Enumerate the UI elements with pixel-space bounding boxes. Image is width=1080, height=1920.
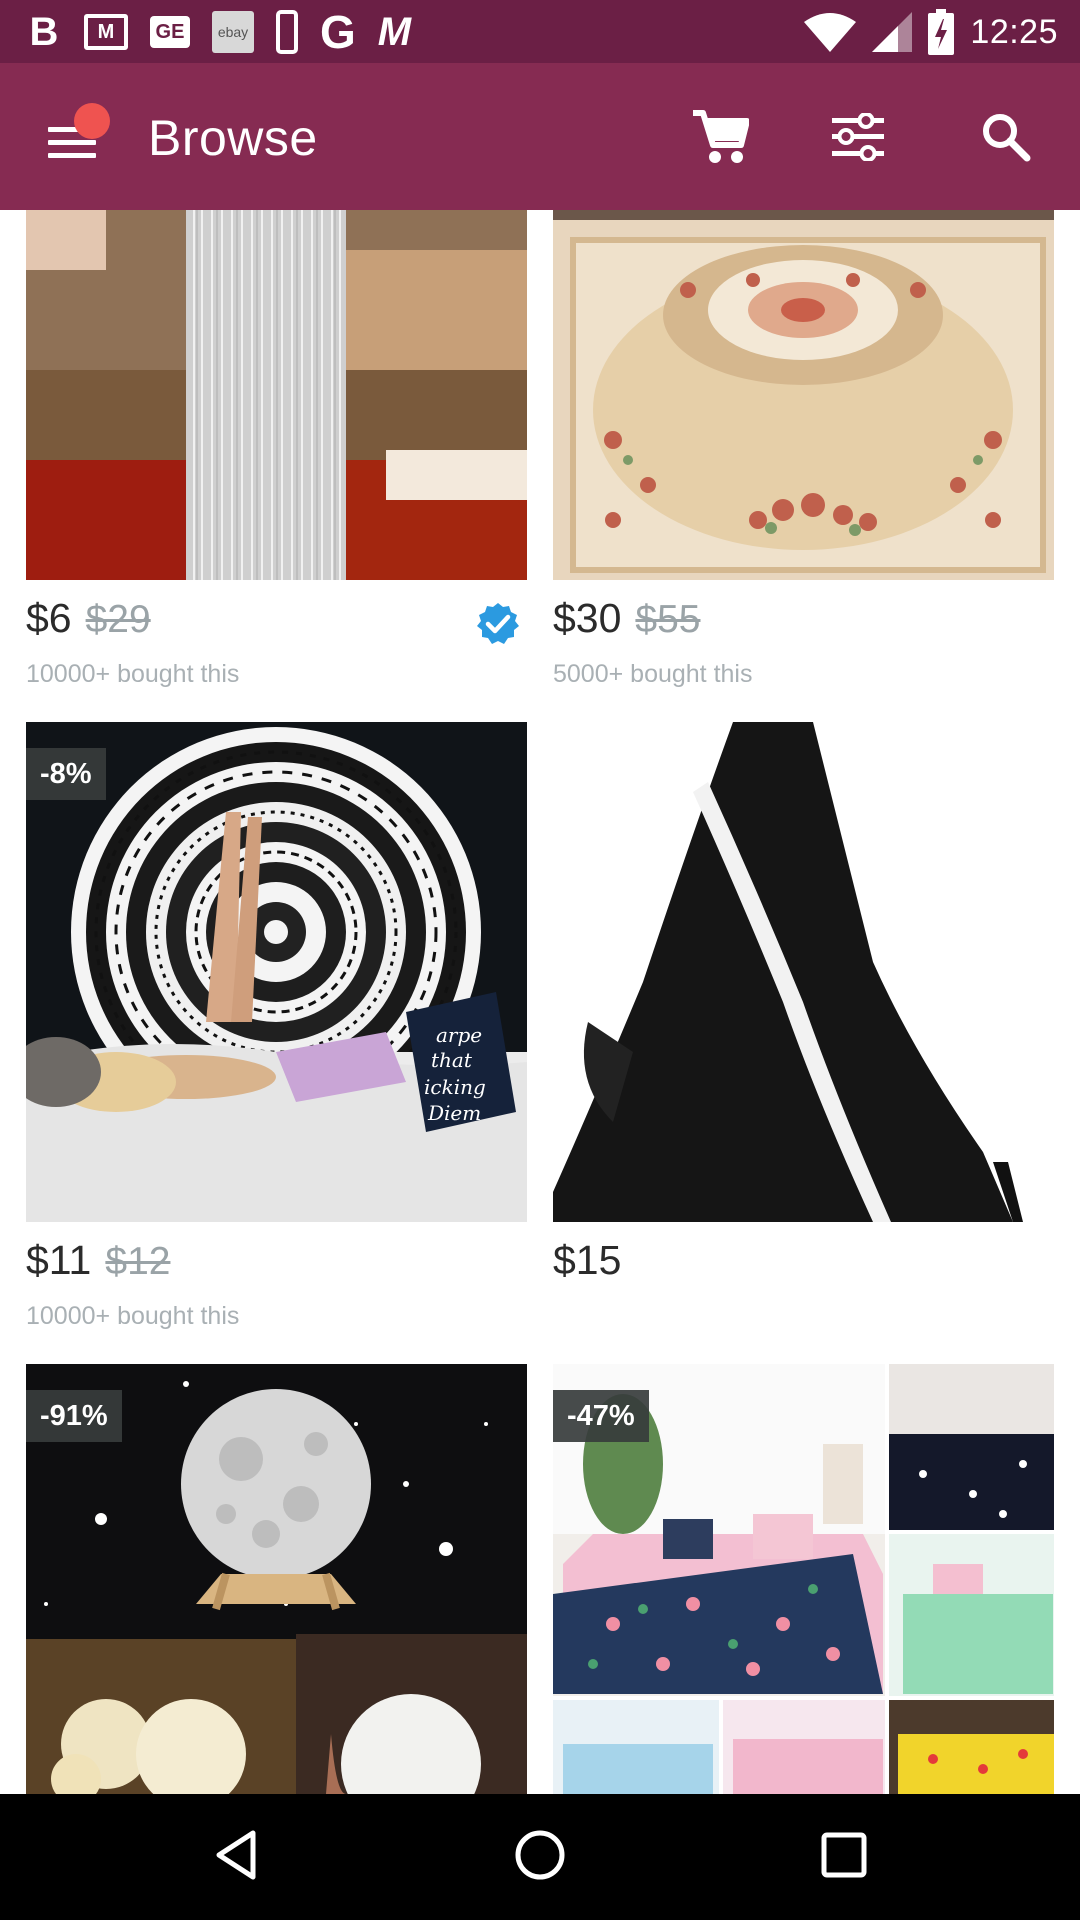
price-row: $15 <box>553 1237 621 1293</box>
verified-check-icon <box>476 602 520 651</box>
filter-button[interactable] <box>818 99 898 179</box>
back-icon <box>213 1829 259 1886</box>
m-app-icon: M <box>377 9 412 54</box>
product-price: $30 <box>553 595 622 641</box>
product-old-price: $29 <box>85 598 151 641</box>
product-image-black-sling-bag <box>553 722 1054 1222</box>
product-image-moon-lamp: -91% <box>26 1364 527 1794</box>
product-image-silver-string-curtain <box>26 210 527 580</box>
product-image-flamingo-bedding-set: -47% <box>553 1364 1054 1794</box>
home-button[interactable] <box>500 1817 580 1897</box>
product-card[interactable]: $15 <box>553 722 1054 1322</box>
wifi-icon <box>804 12 857 52</box>
gmail-icon: M <box>84 14 128 50</box>
svg-text:Diem: Diem <box>427 1101 481 1125</box>
recents-icon <box>820 1831 868 1884</box>
system-icons: 12:25 <box>804 6 1058 58</box>
phone-icon <box>276 10 298 54</box>
product-card[interactable]: -91% <box>26 1364 527 1794</box>
bought-count: 10000+ bought this <box>26 1302 240 1330</box>
product-grid: $6 $29 10000+ bought this $30 $55 5000+ … <box>0 210 1080 1794</box>
filter-sliders-icon <box>832 111 884 166</box>
page-title: Browse <box>148 110 318 166</box>
recents-button[interactable] <box>804 1817 884 1897</box>
svg-text:that: that <box>431 1048 473 1072</box>
back-button[interactable] <box>196 1817 276 1897</box>
status-bar: B M GE ebay G M 12:25 <box>0 0 1080 63</box>
status-time: 12:25 <box>970 12 1058 51</box>
product-old-price: $12 <box>105 1240 171 1283</box>
discount-badge: -8% <box>26 748 106 800</box>
product-image-mandala-tapestry-bedroom: arpe that icking Diem -8% <box>26 722 527 1222</box>
signal-icon <box>872 12 913 52</box>
search-icon <box>981 112 1031 167</box>
cart-icon <box>691 109 750 170</box>
bought-count: 5000+ bought this <box>553 660 753 688</box>
price-row: $30 $55 <box>553 595 701 651</box>
product-card[interactable]: -47% <box>553 1364 1054 1794</box>
battery-icon <box>928 9 955 55</box>
product-price: $6 <box>26 595 72 641</box>
search-button[interactable] <box>966 99 1046 179</box>
notification-dot <box>74 103 110 139</box>
price-row: $6 $29 <box>26 595 151 651</box>
product-card[interactable]: $30 $55 5000+ bought this <box>553 210 1054 690</box>
menu-button[interactable] <box>40 103 112 175</box>
svg-text:arpe: arpe <box>436 1023 482 1047</box>
home-icon <box>514 1829 566 1886</box>
cart-button[interactable] <box>680 99 760 179</box>
product-card[interactable]: arpe that icking Diem -8% $11 $12 10000+ bo… <box>26 722 527 1330</box>
app-bar: Browse <box>0 63 1080 210</box>
g-app-icon: G <box>320 6 356 58</box>
discount-badge: -91% <box>26 1390 122 1442</box>
product-image-floral-area-rug <box>553 210 1054 580</box>
product-price: $11 <box>26 1237 92 1283</box>
ebay-icon: ebay <box>212 11 254 53</box>
product-old-price: $55 <box>635 598 701 641</box>
bought-count: 10000+ bought this <box>26 660 240 688</box>
discount-badge: -47% <box>553 1390 649 1442</box>
system-navigation-bar <box>0 1794 1080 1920</box>
product-card[interactable]: $6 $29 10000+ bought this <box>26 210 527 690</box>
product-price: $15 <box>553 1237 622 1283</box>
b-app-icon: B <box>29 9 59 54</box>
svg-text:icking: icking <box>424 1075 486 1099</box>
ge-app-icon: GE <box>150 16 190 48</box>
notification-icons: B M GE ebay G M <box>26 6 412 58</box>
price-row: $11 $12 <box>26 1237 170 1293</box>
